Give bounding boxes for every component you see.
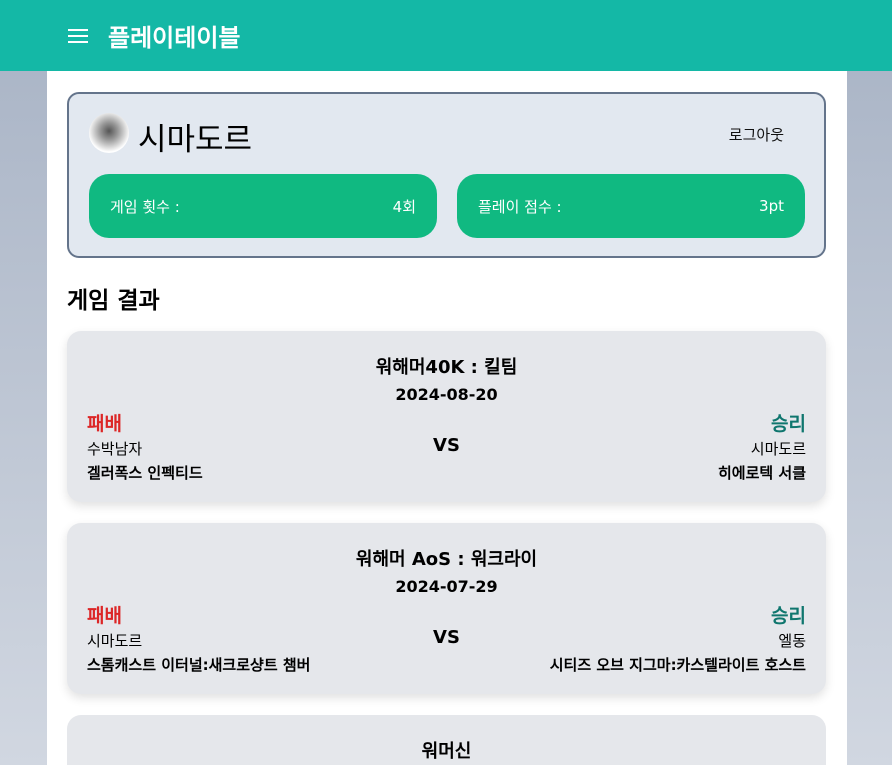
stat-label: 게임 횟수 :: [110, 197, 180, 216]
app-title[interactable]: 플레이테이블: [108, 18, 240, 53]
play-score-stat: 플레이 점수 : 3pt: [457, 174, 805, 238]
avatar: [89, 113, 129, 153]
stat-value: 3pt: [759, 197, 784, 215]
game-date: 2024-08-20: [395, 385, 498, 404]
vs-label: VS: [433, 627, 460, 648]
profile-card: 시마도르 로그아웃 게임 횟수 : 4회 플레이 점수 : 3pt: [67, 92, 826, 258]
game-count-stat: 게임 횟수 : 4회: [89, 174, 437, 238]
left-result: 패배: [87, 605, 122, 627]
vs-label: VS: [433, 435, 460, 456]
right-result: 승리: [771, 605, 806, 627]
profile-name: 시마도르: [138, 122, 253, 158]
left-faction: 겔러폭스 인펙티드: [87, 464, 203, 482]
game-name: 워해머 AoS : 워크라이: [355, 549, 538, 570]
logout-button[interactable]: 로그아웃: [729, 124, 784, 145]
section-title: 게임 결과: [67, 288, 160, 314]
hamburger-icon[interactable]: [68, 28, 88, 43]
main-content: 시마도르 로그아웃 게임 횟수 : 4회 플레이 점수 : 3pt 게임 결과 …: [47, 71, 847, 765]
result-card[interactable]: 워해머 AoS : 워크라이 2024-07-29 패배 승리 시마도르 VS …: [67, 523, 826, 694]
game-name: 워머신: [421, 741, 472, 762]
right-player: 엘동: [778, 632, 806, 650]
stat-value: 4회: [392, 197, 416, 216]
result-card[interactable]: 워해머40K : 킬팀 2024-08-20 패배 승리 수박남자 VS 시마도…: [67, 331, 826, 502]
right-faction: 시티즈 오브 지그마:카스텔라이트 호스트: [549, 656, 806, 674]
right-player: 시마도르: [750, 440, 806, 458]
result-card[interactable]: 워머신: [67, 715, 826, 765]
right-result: 승리: [771, 413, 806, 435]
app-header: 플레이테이블: [0, 0, 892, 71]
stat-label: 플레이 점수 :: [478, 197, 562, 216]
left-faction: 스톰캐스트 이터널:새크로샹트 챔버: [87, 656, 311, 674]
right-faction: 히에로텍 서클: [717, 464, 806, 482]
left-result: 패배: [87, 413, 122, 435]
game-date: 2024-07-29: [395, 577, 498, 596]
game-name: 워해머40K : 킬팀: [375, 357, 518, 378]
